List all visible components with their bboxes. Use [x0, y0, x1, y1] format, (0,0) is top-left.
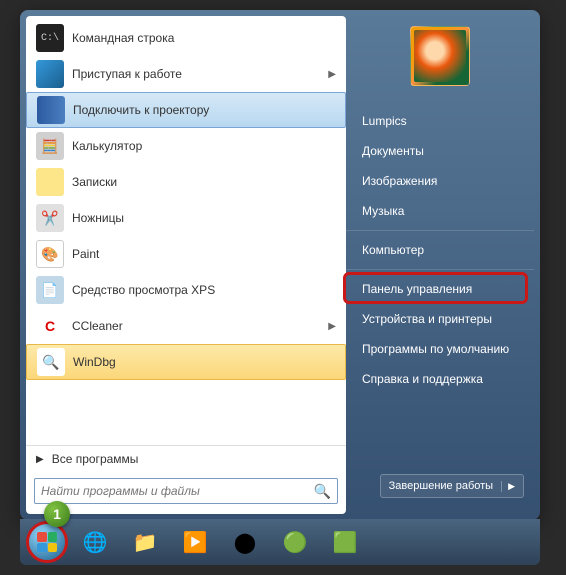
folder-icon: 📁	[133, 530, 158, 555]
program-windbg[interactable]: 🔍 WinDbg	[26, 344, 346, 380]
user-picture[interactable]	[410, 26, 470, 86]
program-cmd[interactable]: C:\ Командная строка	[26, 20, 346, 56]
submenu-arrow-icon: ▶	[328, 321, 336, 332]
start-menu: C:\ Командная строка Приступая к работе …	[20, 10, 540, 520]
taskbar-media-player[interactable]: ▶️	[172, 523, 218, 561]
taskbar-explorer[interactable]: 📁	[122, 523, 168, 561]
shutdown-button[interactable]: Завершение работы ▶	[380, 474, 524, 498]
search-icon: 🔍	[314, 483, 331, 500]
program-label: Приступая к работе	[72, 67, 182, 81]
taskbar: 🌐 📁 ▶️ ⬤ 🟢 🟩	[20, 519, 540, 565]
program-paint[interactable]: 🎨 Paint	[26, 236, 346, 272]
program-xps-viewer[interactable]: 📄 Средство просмотра XPS	[26, 272, 346, 308]
program-getting-started[interactable]: Приступая к работе ▶	[26, 56, 346, 92]
cube-icon: 🟩	[333, 530, 358, 555]
program-label: Подключить к проектору	[73, 103, 209, 117]
right-item-user[interactable]: Lumpics	[346, 106, 534, 136]
cmd-icon: C:\	[36, 24, 64, 52]
program-snipping-tool[interactable]: ✂️ Ножницы	[26, 200, 346, 236]
all-programs-label: Все программы	[52, 452, 139, 466]
start-button[interactable]	[26, 521, 68, 563]
flower-image	[414, 30, 466, 82]
shutdown-label: Завершение работы	[389, 480, 493, 492]
program-label: Записки	[72, 175, 117, 189]
right-item-computer[interactable]: Компьютер	[346, 230, 534, 265]
program-label: Командная строка	[72, 31, 174, 45]
search-input[interactable]	[41, 484, 314, 498]
program-sticky-notes[interactable]: Записки	[26, 164, 346, 200]
program-label: CCleaner	[72, 319, 123, 333]
chrome-icon: 🟢	[283, 530, 308, 555]
taskbar-app2[interactable]: 🟩	[322, 523, 368, 561]
app-icon: ⬤	[234, 530, 256, 555]
shutdown-row: Завершение работы ▶	[346, 474, 534, 504]
right-item-documents[interactable]: Документы	[346, 136, 534, 166]
arrow-right-icon: ▶	[36, 454, 44, 465]
calculator-icon: 🧮	[36, 132, 64, 160]
right-item-music[interactable]: Музыка	[346, 196, 534, 226]
taskbar-app[interactable]: ⬤	[222, 523, 268, 561]
taskbar-chrome[interactable]: 🟢	[272, 523, 318, 561]
windbg-icon: 🔍	[37, 348, 65, 376]
program-label: Средство просмотра XPS	[72, 283, 215, 297]
right-item-control-panel[interactable]: Панель управления	[346, 269, 534, 304]
ie-icon: 🌐	[83, 530, 108, 555]
xps-icon: 📄	[36, 276, 64, 304]
getting-started-icon	[36, 60, 64, 88]
program-label: Ножницы	[72, 211, 124, 225]
right-panel: Lumpics Документы Изображения Музыка Ком…	[346, 16, 534, 514]
submenu-arrow-icon: ▶	[328, 69, 336, 80]
program-label: Paint	[72, 247, 99, 261]
program-calculator[interactable]: 🧮 Калькулятор	[26, 128, 346, 164]
callout-badge-1: 1	[44, 501, 70, 527]
media-player-icon: ▶️	[183, 530, 208, 555]
right-item-pictures[interactable]: Изображения	[346, 166, 534, 196]
chevron-right-icon[interactable]: ▶	[501, 481, 515, 492]
taskbar-ie[interactable]: 🌐	[72, 523, 118, 561]
program-label: Калькулятор	[72, 139, 142, 153]
programs-panel: C:\ Командная строка Приступая к работе …	[26, 16, 346, 514]
sticky-notes-icon	[36, 168, 64, 196]
program-projector[interactable]: Подключить к проектору	[26, 92, 346, 128]
projector-icon	[37, 96, 65, 124]
ccleaner-icon: C	[36, 312, 64, 340]
all-programs-button[interactable]: ▶ Все программы	[26, 445, 346, 472]
right-item-help[interactable]: Справка и поддержка	[346, 364, 534, 394]
right-item-default-programs[interactable]: Программы по умолчанию	[346, 334, 534, 364]
right-item-devices[interactable]: Устройства и принтеры	[346, 304, 534, 334]
paint-icon: 🎨	[36, 240, 64, 268]
search-box[interactable]: 🔍	[34, 478, 338, 504]
scissors-icon: ✂️	[36, 204, 64, 232]
program-label: WinDbg	[73, 355, 116, 369]
program-ccleaner[interactable]: C CCleaner ▶	[26, 308, 346, 344]
